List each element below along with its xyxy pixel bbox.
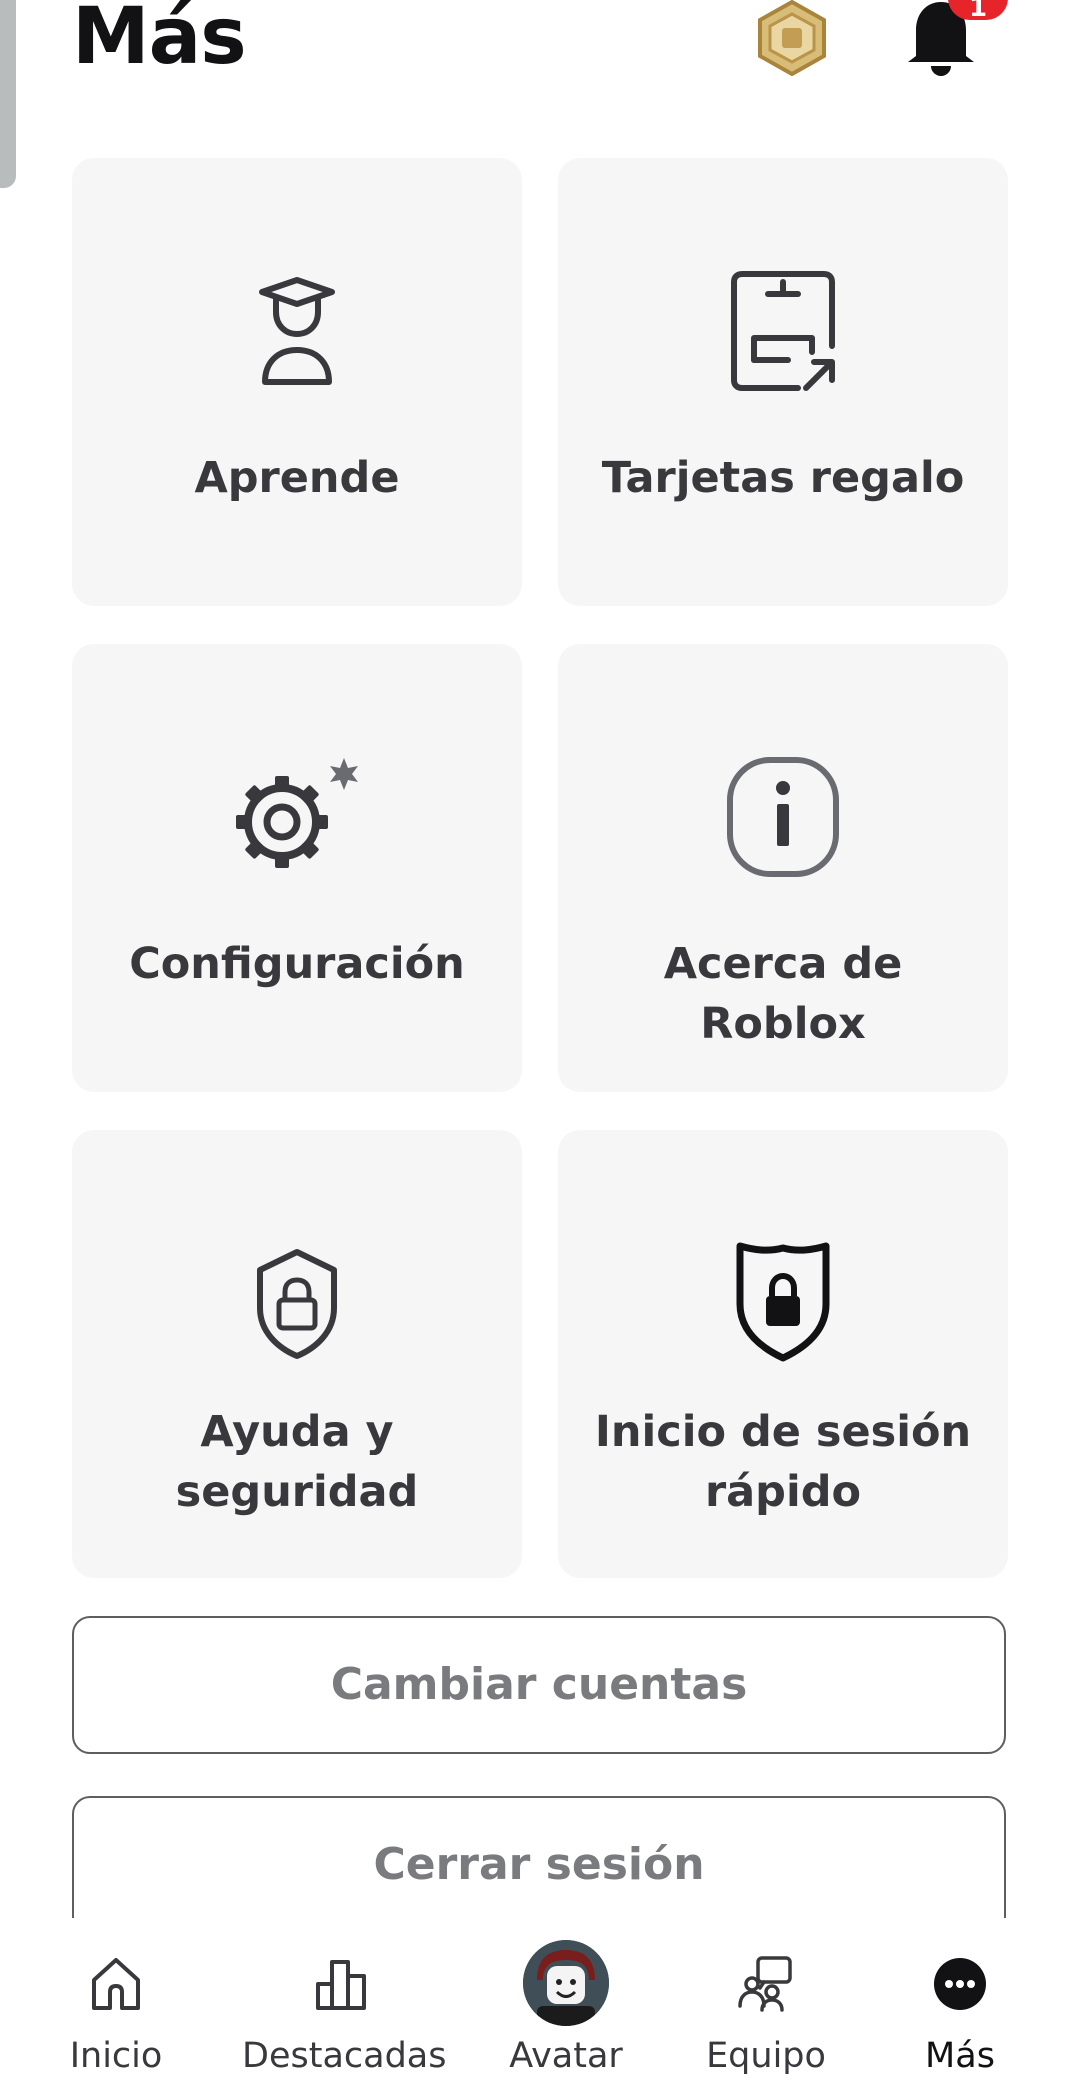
- avatar-icon: [523, 1940, 609, 2026]
- nav-item-more[interactable]: Más: [860, 1918, 1060, 2084]
- gift-card-icon: [731, 271, 835, 391]
- graduate-icon: [259, 277, 335, 385]
- page-title: Más: [72, 0, 247, 82]
- tile-gift-cards[interactable]: Tarjetas regalo: [558, 158, 1008, 606]
- tile-label: Inicio de sesión rápido: [594, 1407, 972, 1517]
- tile-label: Tarjetas regalo: [601, 453, 965, 503]
- nav-item-team[interactable]: Equipo: [666, 1918, 866, 2084]
- bottom-nav: Inicio Destacadas Avatar Equipo Más: [0, 1918, 1080, 2084]
- home-icon: [92, 1958, 140, 2010]
- team-icon: [738, 1956, 792, 2012]
- tile-quick-login[interactable]: Inicio de sesión rápido: [558, 1130, 1008, 1578]
- nav-label: Destacadas: [242, 2036, 447, 2076]
- tile-learn[interactable]: Aprende: [72, 158, 522, 606]
- nav-label: Avatar: [509, 2036, 623, 2076]
- nav-item-charts[interactable]: Destacadas: [242, 1918, 447, 2084]
- more-icon: [934, 1958, 986, 2010]
- switch-accounts-button[interactable]: Cambiar cuentas: [72, 1616, 1006, 1754]
- gear-icon: [236, 758, 358, 868]
- nav-label: Inicio: [69, 2036, 163, 2076]
- tile-settings[interactable]: Configuración: [72, 644, 522, 1092]
- avatar: [523, 1940, 609, 2026]
- info-icon: [727, 757, 839, 877]
- robux-icon: [758, 0, 826, 77]
- tile-label: Ayuda y seguridad: [175, 1407, 419, 1517]
- robux-button[interactable]: [752, 0, 832, 77]
- nav-item-avatar[interactable]: Avatar: [466, 1918, 666, 2084]
- tile-help-safety[interactable]: Ayuda y seguridad: [72, 1130, 522, 1578]
- nav-label: Equipo: [706, 2036, 826, 2076]
- shield-lock-outline-icon: [257, 1249, 337, 1359]
- scroll-handle[interactable]: [0, 0, 16, 188]
- nav-item-home[interactable]: Inicio: [16, 1918, 216, 2084]
- tile-label: Configuración: [129, 939, 465, 989]
- charts-icon: [316, 1960, 366, 2010]
- tile-label: Acerca de Roblox: [663, 939, 903, 1049]
- tile-label: Aprende: [194, 453, 400, 503]
- shield-lock-filled-icon: [736, 1242, 830, 1362]
- tile-about[interactable]: Acerca de Roblox: [558, 644, 1008, 1092]
- nav-label: Más: [925, 2036, 995, 2076]
- logout-button[interactable]: Cerrar sesión: [72, 1796, 1006, 1936]
